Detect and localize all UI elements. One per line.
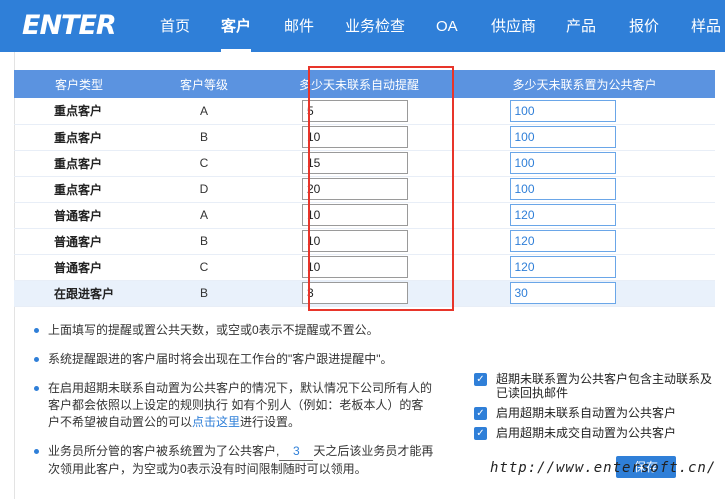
public-days-input[interactable]: 100 bbox=[509, 99, 616, 122]
row-customer-level: A bbox=[144, 202, 264, 229]
nav-samples[interactable]: 样品 bbox=[691, 0, 721, 52]
checkmark-icon[interactable]: ✓ bbox=[474, 427, 487, 440]
enter-logo[interactable]: ENTER bbox=[22, 10, 120, 42]
notes-list: 上面填写的提醒或置公共天数，或空或0表示不提醒或不置公。 系统提醒跟进的客户届时… bbox=[34, 322, 434, 490]
row-customer-type: 重点客户 bbox=[14, 150, 144, 177]
highlight-box bbox=[308, 66, 454, 311]
options-list: ✓ 超期未联系置为公共客户包含主动联系及已读回执邮件 ✓ 启用超期未联系自动置为公共… bbox=[474, 372, 714, 446]
row-customer-type: 重点客户 bbox=[14, 124, 144, 151]
public-days-input[interactable]: 120 bbox=[509, 230, 616, 252]
nav-oa[interactable]: OA bbox=[436, 0, 458, 52]
option-label: 超期未联系置为公共客户包含主动联系及已读回执邮件 bbox=[496, 372, 713, 400]
option-checkbox[interactable]: ✓ 启用超期未成交自动置为公共客户 bbox=[474, 426, 714, 440]
note-text: 业务员所分管的客户被系统置为了公共客户, bbox=[48, 444, 280, 458]
header-public-days: 多少天未联系置为公共客户 bbox=[454, 70, 715, 98]
row-customer-level: B bbox=[144, 280, 264, 307]
row-customer-type: 在跟进客户 bbox=[14, 280, 144, 307]
header-customer-type: 客户类型 bbox=[14, 70, 144, 98]
watermark-text: http://www.entersoft.cn/ bbox=[490, 460, 717, 476]
note-item: 业务员所分管的客户被系统置为了公共客户, 3 天之后该业务员才能再次领用此客户，为空… bbox=[34, 443, 434, 478]
public-days-input[interactable]: 30 bbox=[509, 282, 616, 304]
public-days-input[interactable]: 100 bbox=[509, 178, 616, 200]
top-nav-bar: ENTER 首页 客户 邮件 业务检查 OA 供应商 产品 报价 样品 bbox=[0, 0, 725, 52]
note-item: 系统提醒跟进的客户届时将会出现在工作台的"客户跟进提醒中"。 bbox=[34, 351, 434, 368]
row-customer-type: 普通客户 bbox=[14, 254, 144, 281]
note-item: 在启用超期未联系自动置为公共客户的情况下，默认情况下公司所有人的客户都会依照以上… bbox=[34, 380, 434, 431]
row-customer-level: C bbox=[144, 150, 264, 177]
row-customer-type: 普通客户 bbox=[14, 228, 144, 255]
row-customer-level: C bbox=[144, 254, 264, 281]
header-customer-level: 客户等级 bbox=[144, 70, 264, 98]
row-customer-type: 普通客户 bbox=[14, 202, 144, 229]
nav-quotes[interactable]: 报价 bbox=[629, 0, 659, 52]
nav-mail[interactable]: 邮件 bbox=[284, 0, 314, 52]
reclaim-days-input[interactable]: 3 bbox=[279, 443, 314, 461]
public-days-input[interactable]: 120 bbox=[509, 204, 616, 226]
public-days-input[interactable]: 100 bbox=[509, 126, 616, 148]
option-label: 启用超期未联系自动置为公共客户 bbox=[496, 406, 677, 420]
click-here-link[interactable]: 点击这里 bbox=[192, 415, 240, 429]
checkmark-icon[interactable]: ✓ bbox=[474, 373, 487, 386]
option-checkbox[interactable]: ✓ 超期未联系置为公共客户包含主动联系及已读回执邮件 bbox=[474, 372, 714, 400]
note-text: 进行设置。 bbox=[240, 415, 301, 429]
row-customer-level: B bbox=[144, 124, 264, 151]
row-customer-type: 重点客户 bbox=[14, 98, 144, 125]
row-customer-level: D bbox=[144, 176, 264, 203]
public-days-input[interactable]: 120 bbox=[509, 256, 616, 278]
nav-products[interactable]: 产品 bbox=[566, 0, 596, 52]
option-checkbox[interactable]: ✓ 启用超期未联系自动置为公共客户 bbox=[474, 406, 714, 420]
nav-business-check[interactable]: 业务检查 bbox=[345, 0, 405, 52]
nav-home[interactable]: 首页 bbox=[160, 0, 190, 52]
row-customer-type: 重点客户 bbox=[14, 176, 144, 203]
note-item: 上面填写的提醒或置公共天数，或空或0表示不提醒或不置公。 bbox=[34, 322, 434, 339]
nav-suppliers[interactable]: 供应商 bbox=[491, 0, 536, 52]
row-customer-level: B bbox=[144, 228, 264, 255]
row-customer-level: A bbox=[144, 98, 264, 125]
option-label: 启用超期未成交自动置为公共客户 bbox=[496, 426, 677, 440]
public-days-input[interactable]: 100 bbox=[509, 152, 616, 174]
checkmark-icon[interactable]: ✓ bbox=[474, 407, 487, 420]
nav-customers[interactable]: 客户 bbox=[221, 0, 252, 52]
